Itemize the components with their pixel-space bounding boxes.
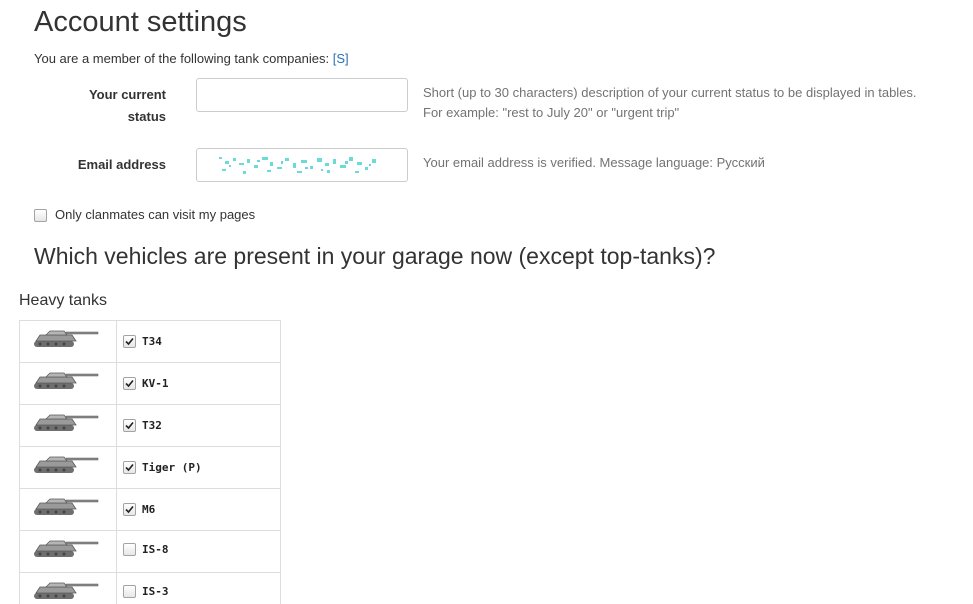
heavy-tank-icon [32, 329, 116, 354]
tank-option[interactable]: KV-1 [123, 376, 169, 390]
tank-name-cell: KV-1 [116, 362, 281, 405]
status-label: Your current status [88, 87, 166, 124]
tank-icon-cell [19, 446, 117, 489]
tank-icon-cell [19, 320, 117, 363]
tank-icon-cell [19, 362, 117, 405]
heavy-tank-icon [32, 539, 116, 564]
checkmark-icon [125, 505, 134, 513]
tank-name: M6 [142, 502, 156, 516]
tank-icon-cell [19, 572, 117, 604]
tank-row: T32 [19, 404, 281, 447]
heavy-tank-icon [32, 581, 116, 604]
tank-row: IS-3 [19, 572, 281, 604]
email-label: Email address [77, 157, 166, 172]
tank-icon-cell [19, 488, 117, 531]
tank-row: T34 [19, 320, 281, 363]
checkmark-icon [125, 463, 134, 471]
tank-checkbox-checked[interactable] [123, 502, 136, 516]
clan-only-label: Only clanmates can visit my pages [55, 207, 256, 222]
tank-name: IS-8 [142, 542, 169, 556]
tank-name-cell: IS-3 [116, 572, 281, 604]
membership-text: You are a member of the following tank c… [34, 51, 330, 66]
garage-question: Which vehicles are present in your garag… [34, 243, 716, 269]
tank-checkbox-checked[interactable] [123, 418, 136, 432]
redacted-email-noise [219, 157, 376, 174]
tank-name: KV-1 [142, 376, 169, 390]
tank-option[interactable]: T32 [123, 418, 162, 432]
page-title: Account settings [34, 6, 247, 38]
tank-row: KV-1 [19, 362, 281, 405]
heavy-tanks-heading: Heavy tanks [19, 292, 108, 309]
tank-icon-cell [19, 530, 117, 573]
heavy-tank-icon [32, 497, 116, 522]
tank-checkbox-checked[interactable] [123, 376, 136, 390]
tank-name-cell: T34 [116, 320, 281, 363]
tank-row: M6 [19, 488, 281, 531]
membership-line: You are a member of the following tank c… [34, 50, 349, 68]
checkmark-icon [125, 421, 134, 429]
tank-option[interactable]: M6 [123, 502, 156, 516]
tank-row: Tiger (P) [19, 446, 281, 489]
checkmark-icon [125, 379, 134, 387]
heavy-tank-icon [32, 413, 116, 438]
clan-only-checkbox[interactable] [34, 208, 47, 222]
clan-only-option[interactable]: Only clanmates can visit my pages [34, 205, 255, 225]
heavy-tanks-table: T34 KV-1 T32 Tiger (P) M6 IS-8 IS-3 [19, 320, 281, 604]
tank-name: T34 [142, 334, 162, 348]
tank-checkbox[interactable] [123, 542, 136, 556]
tank-row: IS-8 [19, 530, 281, 573]
tank-option[interactable]: IS-8 [123, 542, 169, 556]
tank-option[interactable]: Tiger (P) [123, 460, 202, 474]
email-help: Your email address is verified. Message … [423, 155, 765, 170]
tank-name: T32 [142, 418, 162, 432]
tank-icon-cell [19, 404, 117, 447]
tank-option[interactable]: IS-3 [123, 584, 169, 598]
status-help-line2: For example: "rest to July 20" or "urgen… [423, 105, 680, 120]
company-link[interactable]: [S] [333, 51, 349, 66]
tank-checkbox-checked[interactable] [123, 460, 136, 474]
status-help-line1: Short (up to 30 characters) description … [423, 85, 917, 100]
tank-name: Tiger (P) [142, 460, 202, 474]
tank-checkbox[interactable] [123, 584, 136, 598]
tank-name: IS-3 [142, 584, 169, 598]
email-field[interactable] [196, 148, 408, 182]
checkmark-icon [125, 337, 134, 345]
tank-name-cell: M6 [116, 488, 281, 531]
tank-checkbox-checked[interactable] [123, 334, 136, 348]
heavy-tank-icon [32, 371, 116, 396]
account-settings-page: Account settings You are a member of the… [0, 0, 973, 604]
tank-option[interactable]: T34 [123, 334, 162, 348]
status-input[interactable] [196, 78, 408, 112]
status-help: Short (up to 30 characters) description … [423, 83, 917, 123]
tank-name-cell: IS-8 [116, 530, 281, 573]
heavy-tank-icon [32, 455, 116, 480]
tank-name-cell: Tiger (P) [116, 446, 281, 489]
tank-name-cell: T32 [116, 404, 281, 447]
